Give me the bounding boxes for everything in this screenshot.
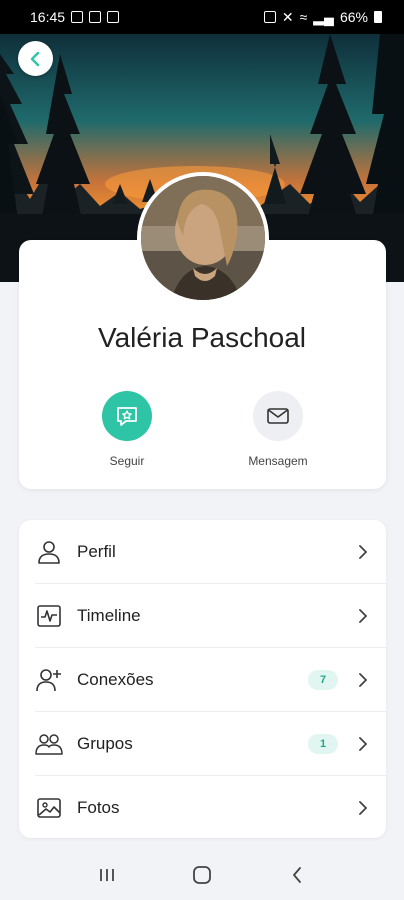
menu-item-label: Conexões (77, 670, 154, 689)
app-notification-icon (89, 11, 102, 23)
gallery-notification-icon (71, 11, 84, 23)
battery-level: 66% (339, 9, 368, 25)
chevron-right-icon (350, 737, 376, 751)
mail-notification-icon (107, 11, 120, 23)
envelope-icon (267, 408, 289, 424)
status-bar: 16:45 ✕ ≈ ▂▄ 66% (0, 0, 404, 34)
menu-item-timeline[interactable]: Timeline (19, 584, 386, 648)
menu-item-label: Perfil (77, 542, 116, 561)
menu-item-perfil[interactable]: Perfil (19, 520, 386, 584)
profile-name: Valéria Paschoal (97, 322, 307, 353)
alarm-icon (263, 11, 276, 23)
wifi-icon: ≈ (299, 9, 308, 25)
menu-item-grupos[interactable]: Grupos 1 (19, 712, 386, 776)
back-arrow-icon (292, 867, 301, 883)
recent-apps-icon (100, 869, 115, 881)
menu-item-conexoes[interactable]: Conexões 7 (19, 648, 386, 712)
chevron-right-icon (350, 609, 376, 623)
avatar[interactable] (137, 172, 269, 304)
message-label: Mensagem (248, 454, 308, 468)
activity-icon (35, 602, 63, 630)
profile-menu: Perfil Timeline Conexões 7 Grupos 1 Foto… (19, 520, 386, 838)
message-button[interactable]: Mensagem (228, 391, 328, 468)
chevron-left-icon (30, 51, 39, 66)
message-button-circle[interactable] (253, 391, 303, 441)
back-button[interactable] (18, 41, 53, 76)
chevron-right-icon (350, 545, 376, 559)
menu-item-label: Grupos (77, 734, 133, 753)
star-message-icon (117, 407, 137, 426)
menu-item-fotos[interactable]: Fotos (19, 776, 386, 838)
groups-count-badge: 1 (308, 734, 338, 754)
system-back-button[interactable] (277, 855, 317, 895)
user-icon (35, 538, 63, 566)
chevron-right-icon (350, 673, 376, 687)
menu-item-label: Timeline (77, 606, 141, 625)
mute-icon: ✕ (281, 8, 294, 25)
follow-button[interactable]: Seguir (77, 391, 177, 468)
users-icon (35, 730, 63, 758)
image-icon (35, 794, 63, 822)
chevron-right-icon (350, 801, 376, 815)
follow-button-circle[interactable] (102, 391, 152, 441)
status-time: 16:45 (30, 9, 66, 25)
connections-count-badge: 7 (308, 670, 338, 690)
home-icon (193, 866, 211, 884)
signal-icon: ▂▄ (313, 8, 334, 25)
system-nav-bar (0, 850, 404, 900)
menu-item-label: Fotos (77, 798, 120, 817)
recent-apps-button[interactable] (87, 855, 127, 895)
follow-label: Seguir (109, 454, 145, 468)
battery-icon (374, 11, 382, 23)
user-plus-icon (35, 666, 63, 694)
home-button[interactable] (182, 855, 222, 895)
